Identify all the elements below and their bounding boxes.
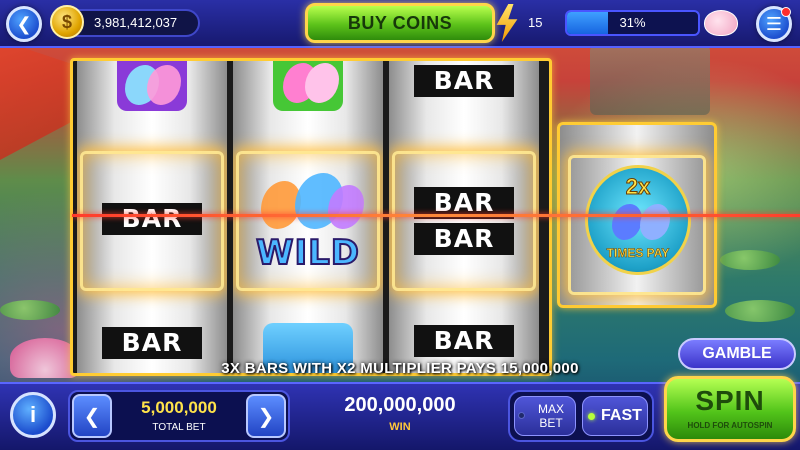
bar-symbol: BAR [414, 325, 514, 357]
coin-icon-glyph: $ [61, 11, 72, 32]
coin-icon: $ [50, 5, 84, 39]
spin-label: SPIN [695, 385, 765, 416]
piggy-bank-icon[interactable] [704, 10, 738, 36]
info-icon: i [29, 402, 37, 427]
butterfly-symbol [273, 61, 343, 111]
lily-pad-decoration [0, 300, 60, 320]
reel-frame: BAR BAR WILD BAR BAR BAR BAR [70, 58, 552, 376]
bar-symbol: BAR [102, 327, 202, 359]
multiplier-badge: 2x TIMES PAY [585, 165, 691, 275]
decrease-bet-button[interactable]: ❮ [72, 394, 112, 438]
buy-coins-button[interactable]: BUY COINS [305, 3, 495, 43]
win-message: 3X BARS WITH X2 MULTIPLIER PAYS 15,000,0… [221, 360, 579, 377]
autospin-hint: HOLD FOR AUTOSPIN [687, 421, 773, 430]
reel-3: BAR BAR BAR BAR [389, 61, 539, 373]
spin-button[interactable]: SPIN HOLD FOR AUTOSPIN [664, 376, 796, 442]
reel-1: BAR BAR [77, 61, 227, 373]
win-amount: 200,000,000 [344, 394, 456, 416]
lily-pad-decoration [720, 250, 780, 270]
info-button[interactable]: i [10, 392, 56, 438]
lily-pad-decoration [725, 300, 795, 322]
win-highlight [392, 151, 536, 291]
xp-progress-bar: 31% [565, 10, 700, 36]
win-label: WIN [389, 421, 411, 433]
fast-spin-indicator [588, 413, 595, 420]
increase-bet-button[interactable]: ❯ [246, 394, 286, 438]
chevron-left-icon: ❮ [83, 405, 101, 428]
multiplier-value: 2x [625, 174, 651, 200]
coin-balance-value: 3,981,412,037 [94, 15, 178, 30]
buy-coins-label: BUY COINS [347, 12, 453, 33]
win-highlight [80, 151, 224, 291]
menu-button[interactable]: ☰ [756, 6, 792, 42]
total-bet-label: TOTAL BET [152, 422, 206, 433]
back-button[interactable]: ❮ [6, 6, 42, 42]
max-bet-label: MAX BET [537, 402, 564, 430]
xp-progress-label: 31% [619, 15, 646, 30]
stone-ruin-decoration [590, 45, 710, 115]
max-bet-indicator [518, 412, 525, 419]
bar-symbol: BAR [414, 65, 514, 97]
total-bet-value: 5,000,000 [141, 398, 217, 417]
hamburger-menu-icon: ☰ [765, 13, 783, 34]
butterfly-wing [640, 204, 670, 240]
notification-dot [781, 7, 791, 17]
win-highlight [236, 151, 380, 291]
player-level: 15 [528, 15, 543, 30]
payline [72, 214, 800, 217]
back-arrow-icon: ❮ [16, 13, 32, 34]
reel-2: WILD [233, 61, 383, 373]
fast-label: FAST [601, 407, 642, 424]
butterfly-icon [612, 204, 642, 240]
chevron-right-icon: ❯ [257, 405, 275, 428]
butterfly-symbol [117, 61, 187, 111]
multiplier-label: TIMES PAY [606, 246, 670, 261]
